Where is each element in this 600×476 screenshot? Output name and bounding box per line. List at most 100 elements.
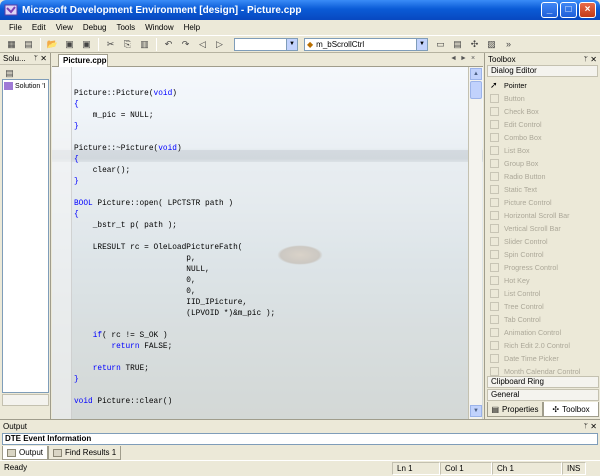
toolbox-item[interactable]: Slider Control: [487, 235, 599, 248]
menu-debug[interactable]: Debug: [78, 23, 112, 32]
toolbox-item-label: Progress Control: [504, 263, 558, 272]
pin-icon[interactable]: ᛘ: [34, 55, 38, 62]
solution-tree[interactable]: Solution 'I: [2, 79, 49, 393]
toolbar-separator: [156, 37, 157, 51]
menu-window[interactable]: Window: [140, 23, 178, 32]
save-all-icon[interactable]: ▣: [80, 38, 93, 51]
solution-toolbar: ▤: [3, 67, 15, 78]
vertical-scrollbar[interactable]: ▲ ▼: [468, 67, 482, 419]
copy-icon[interactable]: ⎘: [121, 38, 134, 51]
tree-item-solution[interactable]: Solution 'I: [3, 80, 48, 92]
scroll-right-icon[interactable]: ►: [460, 55, 467, 62]
toolbox-item[interactable]: Picture Control: [487, 196, 599, 209]
scroll-left-icon[interactable]: ◄: [450, 55, 457, 62]
pin-icon[interactable]: ᛘ: [584, 56, 588, 63]
toolbox-section-general[interactable]: General: [487, 389, 599, 401]
toolbox-item[interactable]: Edit Control: [487, 118, 599, 131]
toolbox-item[interactable]: Tree Control: [487, 300, 599, 313]
class-view-icon[interactable]: ▨: [485, 38, 498, 51]
redo-icon[interactable]: ↷: [179, 38, 192, 51]
cut-icon[interactable]: ✂: [104, 38, 117, 51]
title-bar[interactable]: Microsoft Development Environment [desig…: [0, 0, 600, 20]
toolbox-item[interactable]: Spin Control: [487, 248, 599, 261]
save-icon[interactable]: ▣: [63, 38, 76, 51]
menu-edit[interactable]: Edit: [27, 23, 51, 32]
close-icon[interactable]: ✕: [40, 54, 47, 63]
chevron-down-icon[interactable]: ▼: [416, 38, 427, 50]
toolbox-item[interactable]: List Control: [487, 287, 599, 300]
code-text[interactable]: Picture::Picture(void){ m_pic = NULL;} P…: [74, 89, 275, 408]
toolbox-item[interactable]: Radio Button: [487, 170, 599, 183]
toolbox-item-label: List Control: [504, 289, 541, 298]
scroll-thumb[interactable]: [470, 81, 482, 99]
status-line: Ln 1: [392, 462, 440, 475]
toolbox-item[interactable]: Vertical Scroll Bar: [487, 222, 599, 235]
solution-config-combo[interactable]: ▼: [234, 37, 298, 51]
toolbox-item-label: Vertical Scroll Bar: [504, 224, 561, 233]
code-line: Picture::Picture(void): [74, 90, 177, 98]
toolbox-tab-strip: ▤ Properties ✣ Toolbox: [487, 402, 599, 417]
toolbox-title: Toolbox: [488, 54, 516, 64]
scroll-up-icon[interactable]: ▲: [470, 68, 482, 80]
maximize-button[interactable]: □: [560, 2, 577, 18]
toolbox-item[interactable]: Animation Control: [487, 326, 599, 339]
overflow-icon[interactable]: »: [502, 38, 515, 51]
function-combo[interactable]: ◆ m_bScrollCtrl ▼: [304, 37, 428, 51]
toolbox-item[interactable]: Progress Control: [487, 261, 599, 274]
menu-view[interactable]: View: [51, 23, 78, 32]
solution-explorer-icon[interactable]: ▭: [434, 38, 447, 51]
toolbox-section-clipboard-ring[interactable]: Clipboard Ring: [487, 376, 599, 388]
editor-margin: [52, 67, 72, 419]
chevron-down-icon[interactable]: ▼: [286, 38, 297, 50]
start-icon[interactable]: ▷: [213, 38, 226, 51]
toolbox-icon: ✣: [552, 404, 560, 414]
tab-toolbox[interactable]: ✣ Toolbox: [543, 402, 599, 417]
add-item-icon[interactable]: ▤: [22, 38, 35, 51]
close-document-icon[interactable]: ×: [471, 55, 475, 62]
toolbox-item[interactable]: Group Box: [487, 157, 599, 170]
scroll-down-icon[interactable]: ▼: [470, 405, 482, 417]
toolbox-item-label: Edit Control: [504, 120, 542, 129]
open-folder-icon[interactable]: 📂: [46, 38, 59, 51]
output-content[interactable]: DTE Event Information: [2, 433, 598, 445]
toolbox-item[interactable]: List Box: [487, 144, 599, 157]
toolbox-icon[interactable]: ✣: [468, 38, 481, 51]
toolbox-item[interactable]: Month Calendar Control: [487, 365, 599, 376]
toolbox-item[interactable]: Static Text: [487, 183, 599, 196]
tab-properties-label: Properties: [502, 404, 539, 414]
close-icon[interactable]: ✕: [590, 55, 597, 64]
close-button[interactable]: ×: [579, 2, 596, 18]
minimize-button[interactable]: _: [541, 2, 558, 18]
new-project-icon[interactable]: ▦: [5, 38, 18, 51]
toolbox-item-label: Slider Control: [504, 237, 548, 246]
toolbox-section-dialog-editor[interactable]: Dialog Editor: [487, 65, 598, 77]
tab-properties[interactable]: ▤ Properties: [487, 402, 543, 417]
status-char: Ch 1: [492, 462, 562, 475]
menu-tools[interactable]: Tools: [111, 23, 140, 32]
toolbox-item[interactable]: Rich Edit 2.0 Control: [487, 339, 599, 352]
toolbox-item[interactable]: Hot Key: [487, 274, 599, 287]
toolbox-item[interactable]: Combo Box: [487, 131, 599, 144]
menu-help[interactable]: Help: [179, 23, 205, 32]
toolbox-item-label: Spin Control: [504, 250, 544, 259]
horizontal-scrollbar[interactable]: [2, 394, 49, 406]
pin-icon[interactable]: ᛘ: [584, 423, 588, 430]
toolbox-item[interactable]: Check Box: [487, 105, 599, 118]
tab-output[interactable]: Output: [2, 446, 49, 460]
paste-icon[interactable]: ▥: [138, 38, 151, 51]
control-icon: [490, 211, 499, 220]
toolbox-item[interactable]: Tab Control: [487, 313, 599, 326]
tab-picture-cpp[interactable]: Picture.cpp: [58, 54, 108, 67]
close-icon[interactable]: ✕: [590, 422, 597, 431]
toolbox-item[interactable]: ➚ Pointer: [487, 79, 599, 92]
tab-find-results[interactable]: Find Results 1: [48, 446, 122, 460]
code-editor[interactable]: Picture::Picture(void){ m_pic = NULL;} P…: [52, 67, 483, 419]
toolbox-item[interactable]: Horizontal Scroll Bar: [487, 209, 599, 222]
toolbox-item[interactable]: Button: [487, 92, 599, 105]
menu-file[interactable]: File: [4, 23, 27, 32]
undo-icon[interactable]: ↶: [162, 38, 175, 51]
toolbox-item[interactable]: Date Time Picker: [487, 352, 599, 365]
properties-icon[interactable]: ▤: [451, 38, 464, 51]
navigate-back-icon[interactable]: ◁: [196, 38, 209, 51]
